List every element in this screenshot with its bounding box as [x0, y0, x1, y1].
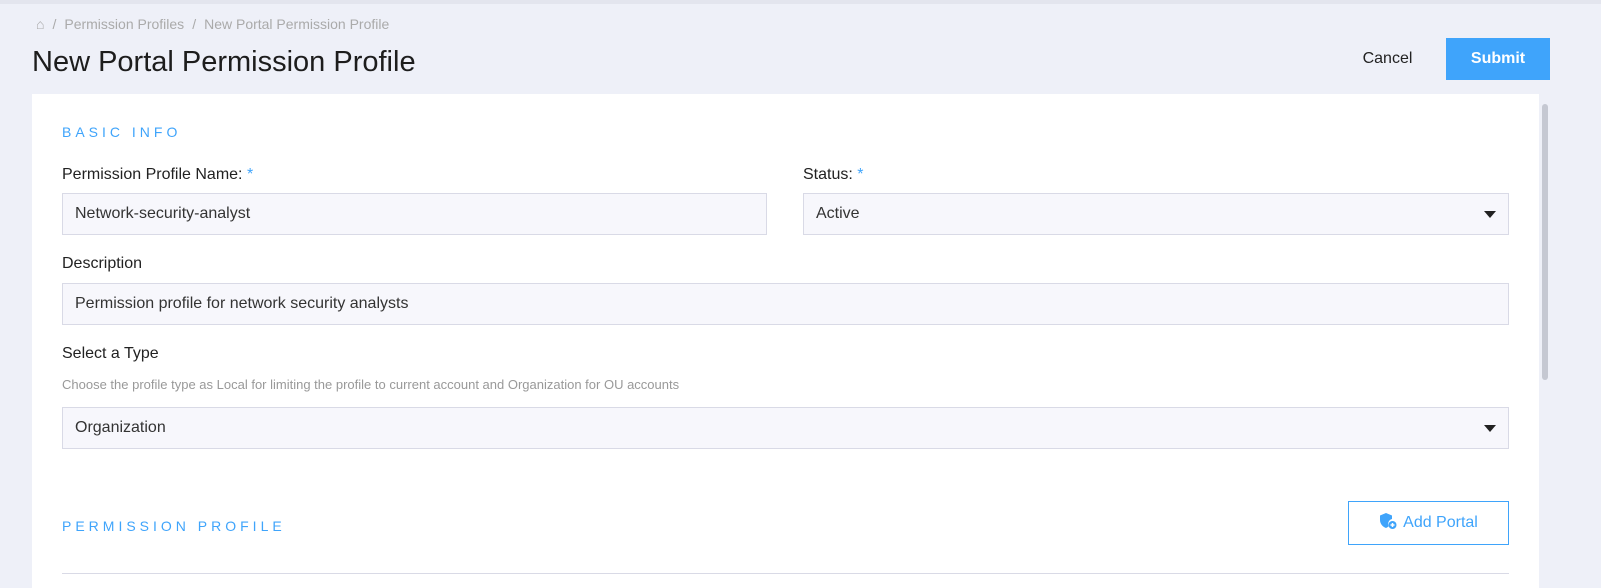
- type-select[interactable]: Organization: [62, 407, 1509, 449]
- status-select[interactable]: Active: [803, 193, 1509, 235]
- table-header-border: [62, 573, 1509, 574]
- breadcrumb: ⌂ / Permission Profiles / New Portal Permi…: [36, 16, 390, 32]
- chevron-down-icon: [1484, 210, 1496, 218]
- name-label: Permission Profile Name: *: [62, 166, 254, 183]
- description-label: Description: [62, 255, 143, 272]
- profile-name-input[interactable]: Network-security-analyst: [62, 193, 767, 235]
- breadcrumb-permission-profiles[interactable]: Permission Profiles: [64, 16, 184, 32]
- cancel-button[interactable]: Cancel: [1340, 38, 1435, 80]
- section-title-permission-profile: PERMISSION PROFILE: [62, 518, 286, 534]
- top-border: [0, 0, 1601, 4]
- chevron-down-icon: [1484, 424, 1496, 432]
- description-input[interactable]: Permission profile for network security …: [62, 283, 1509, 325]
- page-title: New Portal Permission Profile: [32, 46, 416, 78]
- shield-plus-icon: [1379, 512, 1397, 535]
- form-card: BASIC INFO Permission Profile Name: * Ne…: [32, 94, 1539, 588]
- section-title-basic-info: BASIC INFO: [62, 124, 182, 140]
- status-label: Status: *: [803, 166, 864, 183]
- home-icon[interactable]: ⌂: [36, 16, 44, 32]
- submit-button[interactable]: Submit: [1446, 38, 1550, 80]
- type-help-text: Choose the profile type as Local for lim…: [62, 377, 680, 392]
- scrollbar-thumb[interactable]: [1542, 104, 1548, 380]
- add-portal-button[interactable]: Add Portal: [1348, 501, 1509, 545]
- breadcrumb-current: New Portal Permission Profile: [204, 16, 390, 32]
- type-label: Select a Type: [62, 345, 159, 362]
